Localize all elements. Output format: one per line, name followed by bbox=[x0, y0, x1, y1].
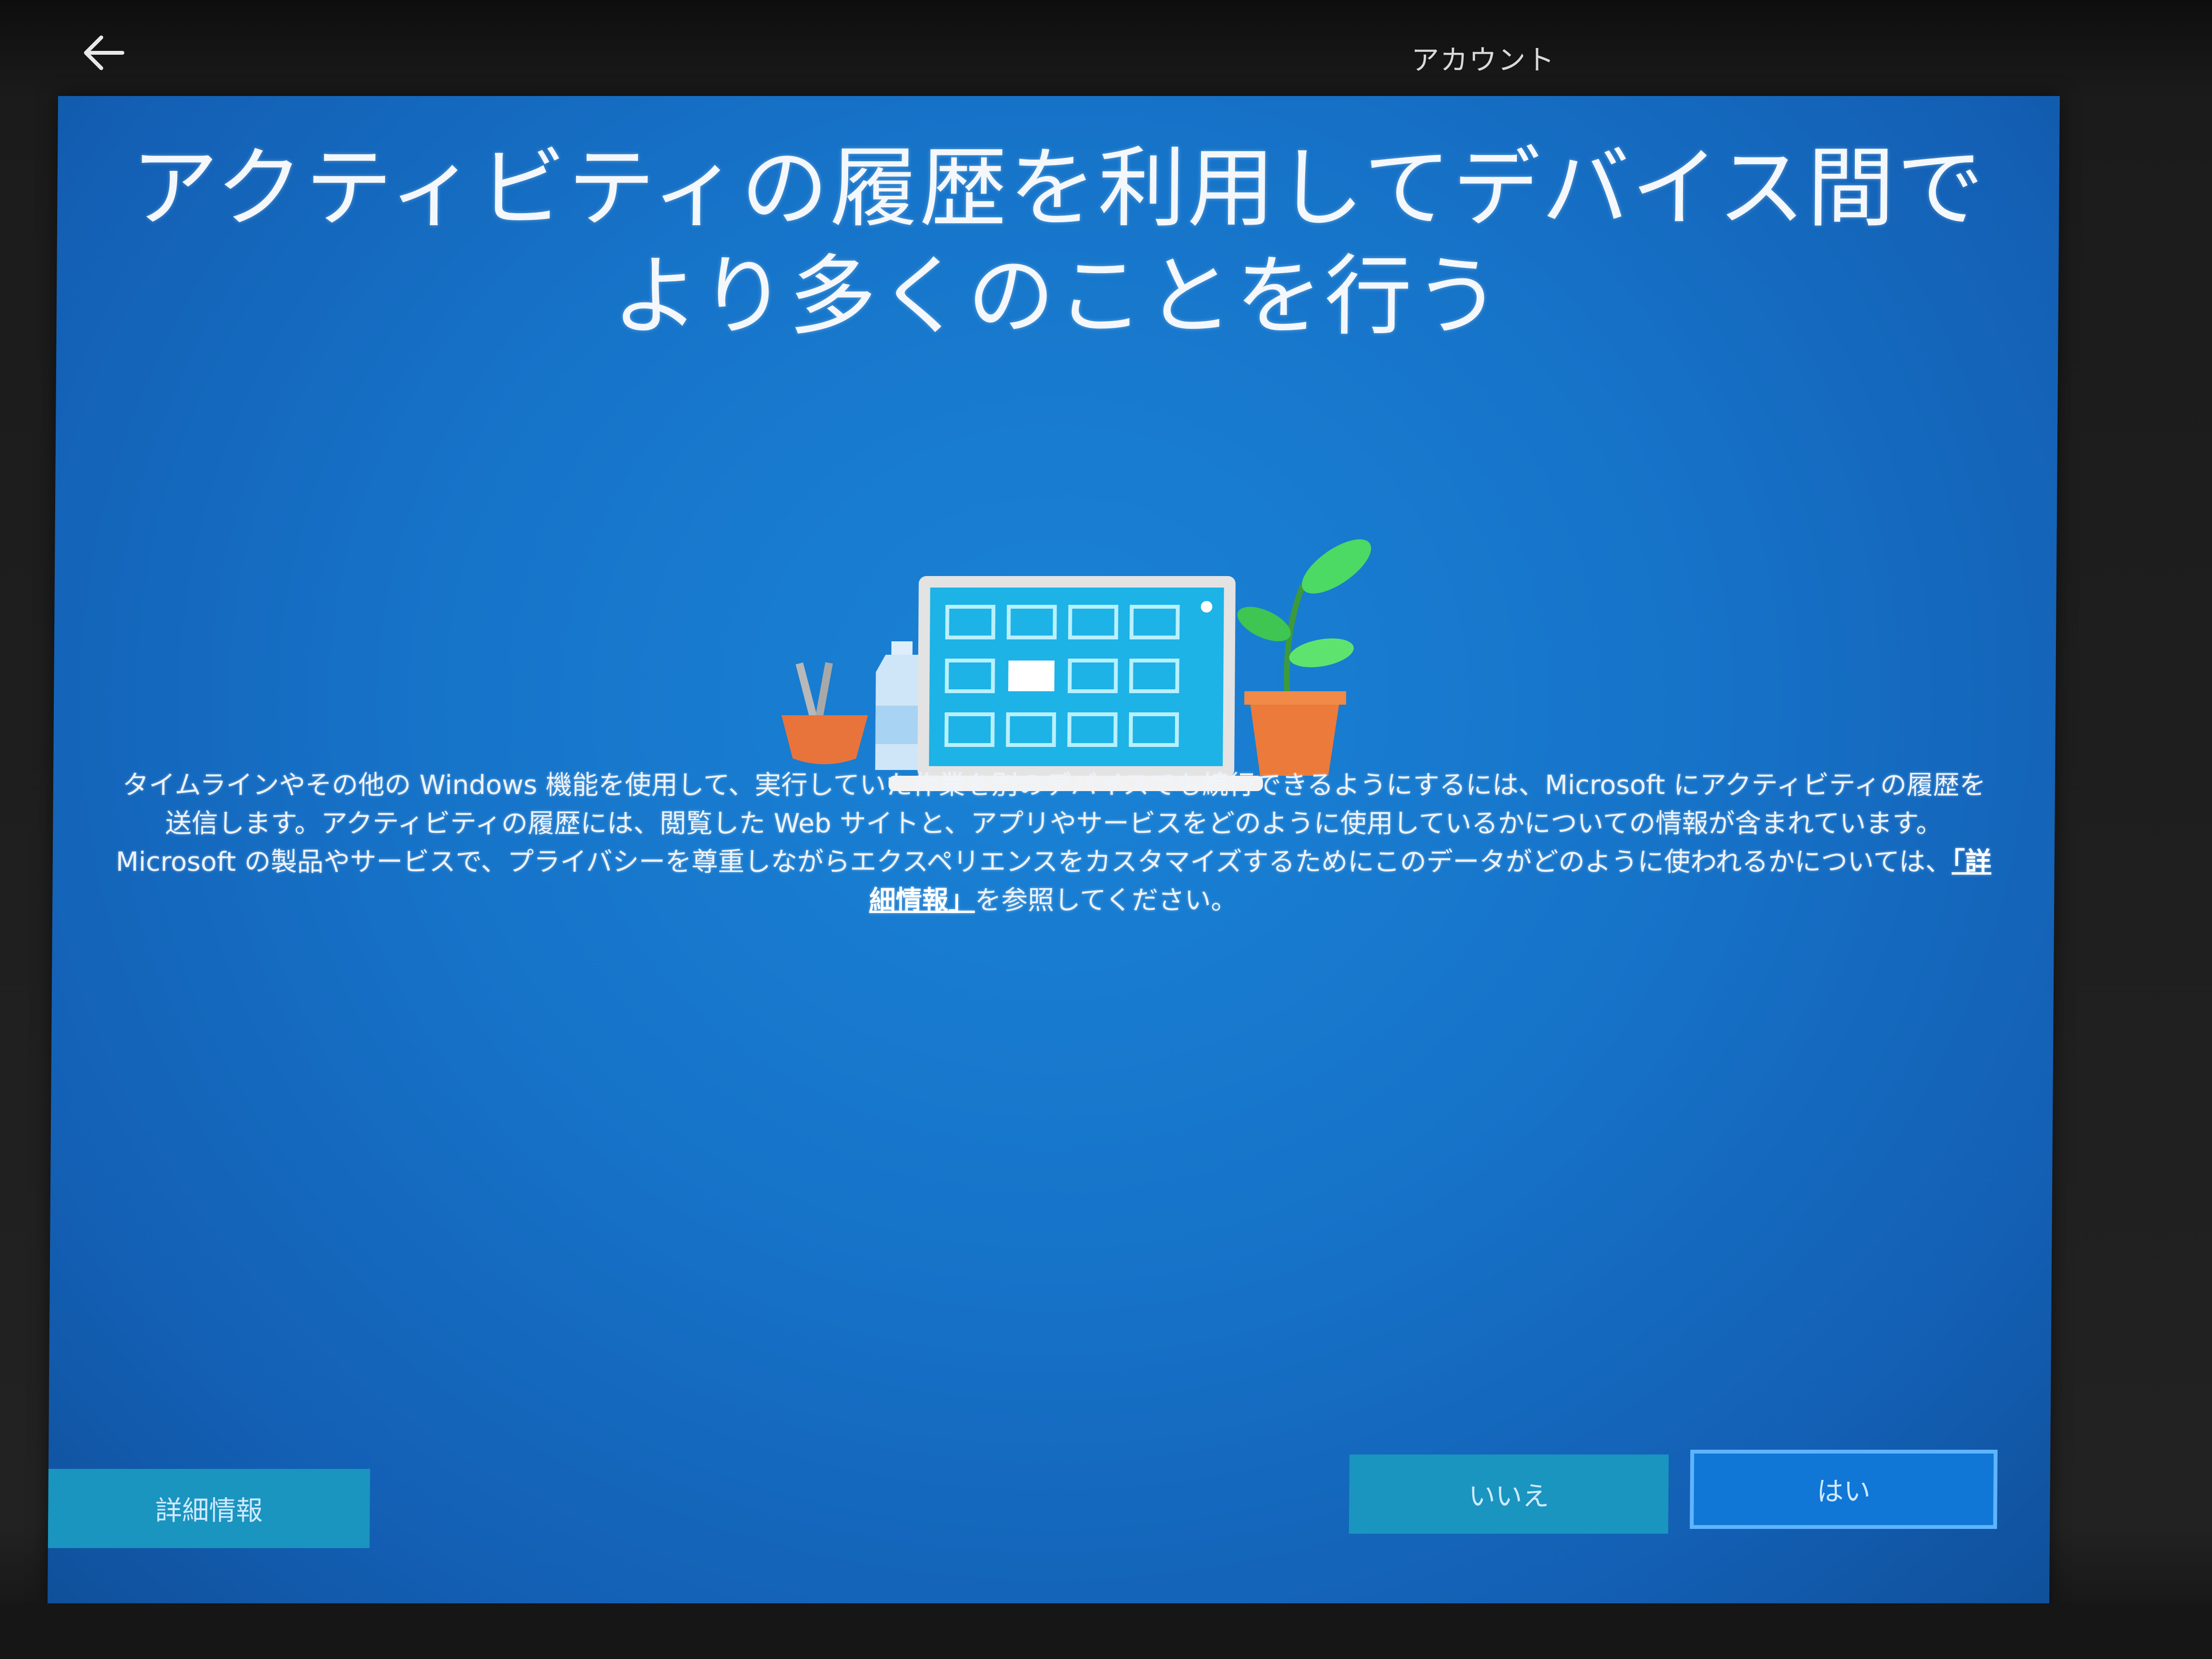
oobe-panel: アクティビティの履歴を利用してデバイス間でより多くのことを行う タイムラインやそ… bbox=[48, 96, 2060, 1603]
description-tail: を参照してください。 bbox=[974, 885, 1238, 915]
page-title: アクティビティの履歴を利用してデバイス間でより多くのことを行う bbox=[130, 137, 1986, 347]
arrow-left-icon bbox=[84, 36, 124, 70]
description-text: タイムラインやその他の Windows 機能を使用して、実行していた作業を別のデ… bbox=[115, 766, 1993, 919]
monitor-bezel bbox=[0, 1603, 2212, 1659]
description-body: タイムラインやその他の Windows 機能を使用して、実行していた作業を別のデ… bbox=[116, 769, 1986, 877]
back-button[interactable] bbox=[72, 26, 134, 79]
step-label: アカウント bbox=[1411, 44, 1555, 76]
top-bar: アカウント bbox=[0, 0, 2212, 101]
accept-button[interactable]: はい bbox=[1690, 1450, 1998, 1529]
learn-more-button[interactable]: 詳細情報 bbox=[48, 1469, 370, 1548]
screen: アカウント アクティビティの履歴を利用してデバイス間でより多くのことを行う タイ… bbox=[0, 0, 2212, 1659]
decline-button[interactable]: いいえ bbox=[1349, 1455, 1669, 1534]
